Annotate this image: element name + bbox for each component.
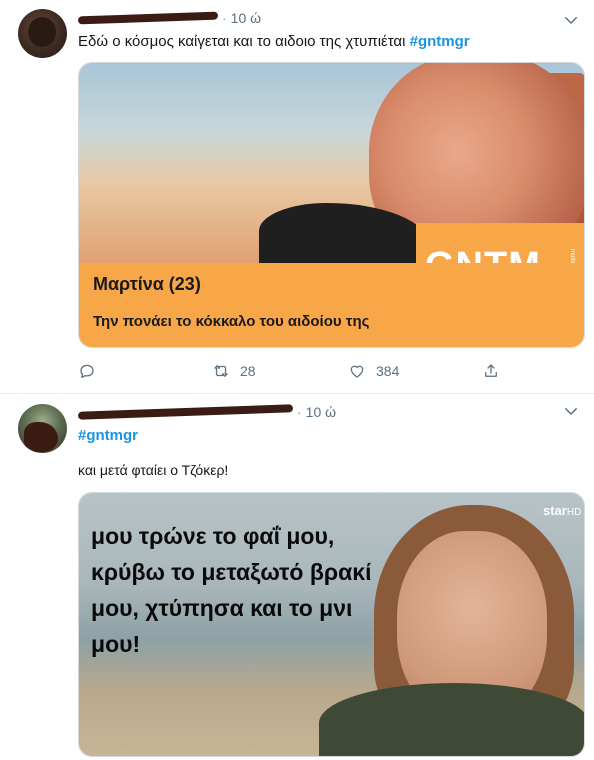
share-button[interactable] — [482, 362, 500, 380]
reply-button[interactable] — [78, 362, 106, 380]
like-count: 384 — [376, 363, 400, 379]
share-icon — [485, 364, 497, 377]
retweet-button[interactable]: 28 — [212, 362, 256, 380]
tweet-text: και μετά φταίει ο Τζόκερ! — [78, 462, 229, 478]
tweet-body: Εδώ ο κόσμος καίγεται και το αιδοιο της … — [78, 33, 406, 50]
subtitle-caption: Την πονάει το κόκκαλο του αιδοίου της — [93, 313, 370, 330]
channel-logo: starHD — [543, 503, 582, 518]
contestant-name: Μαρτίνα (23) — [93, 274, 201, 294]
avatar[interactable] — [18, 9, 67, 58]
tweet[interactable]: · 10 ώ Εδώ ο κόσμος καίγεται και το αιδο… — [0, 0, 594, 394]
timestamp[interactable]: 10 ώ — [306, 404, 336, 420]
hashtag-link[interactable]: #gntmgr — [410, 33, 470, 50]
tweet[interactable]: #gntmgr και μετά φταίει ο Τζόκερ! starHD… — [0, 394, 594, 760]
redacted-username[interactable] — [77, 11, 219, 25]
like-icon — [350, 365, 364, 378]
chevron-down-icon[interactable] — [562, 402, 580, 420]
reply-icon — [80, 364, 94, 379]
tweet-media[interactable]: GNTM multimedia Μαρτίνα (23) Την πονάει … — [78, 62, 585, 348]
tweet-header: · 10 ώ — [77, 8, 261, 28]
tweet-actions: 28 384 — [78, 362, 518, 384]
redacted-username[interactable] — [77, 404, 294, 420]
meme-quote: μου τρώνε το φαΐ μου, κρύβω το μεταξωτό … — [91, 523, 372, 657]
timestamp[interactable]: 10 ώ — [231, 10, 261, 26]
hashtag-line: #gntmgr — [78, 426, 138, 446]
retweet-count: 28 — [240, 363, 256, 379]
tweet-header: · 10 ώ — [77, 402, 336, 422]
tweet-text: Εδώ ο κόσμος καίγεται και το αιδοιο της … — [78, 32, 470, 52]
like-button[interactable]: 384 — [348, 362, 399, 380]
tweet-media[interactable]: starHD μου τρώνε το φαΐ μου, κρύβω το με… — [78, 492, 585, 757]
hashtag-link[interactable]: #gntmgr — [78, 427, 138, 444]
retweet-icon — [214, 365, 228, 377]
chevron-down-icon[interactable] — [562, 11, 580, 29]
avatar[interactable] — [18, 404, 67, 453]
